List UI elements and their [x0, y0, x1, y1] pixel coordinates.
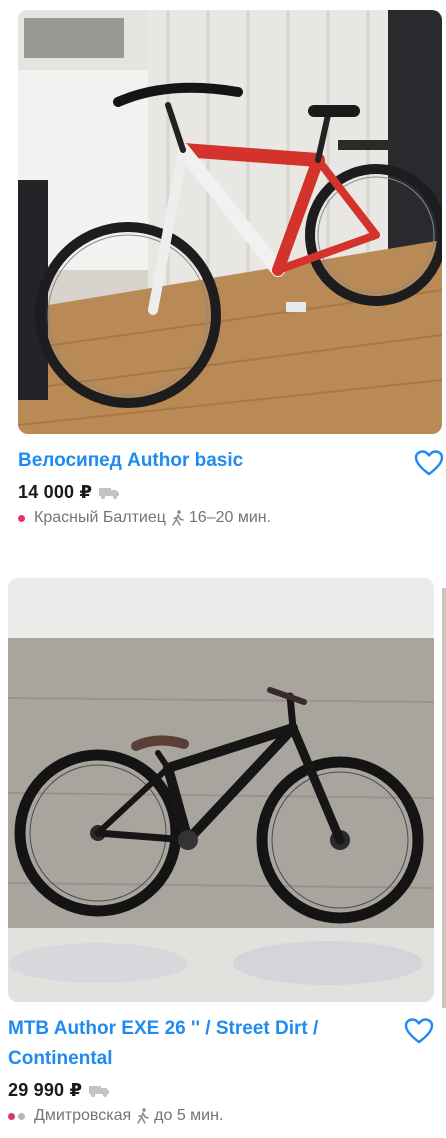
favorite-heart-icon[interactable] — [404, 1018, 434, 1044]
listing-price: 29 990 ₽ — [8, 1080, 83, 1100]
listing-photo[interactable] — [8, 578, 434, 1002]
listing-card[interactable]: MTB Author EXE 26 '' / Street Dirt / Con… — [8, 578, 446, 1125]
walking-person-icon — [137, 1108, 149, 1124]
metro-line-dots — [8, 1112, 28, 1120]
metro-line-dots — [18, 514, 28, 522]
listing-photo[interactable] — [18, 10, 442, 434]
listing-title[interactable]: Велосипед Author basic — [18, 446, 406, 476]
walk-time: 16–20 мин. — [188, 509, 272, 526]
listing-price: 14 000 ₽ — [18, 482, 93, 502]
walk-time: до 5 мин. — [154, 1107, 224, 1124]
bike-photo-black — [8, 578, 434, 1002]
bike-photo-red — [18, 10, 442, 434]
metro-station: Красный Балтиец — [34, 509, 166, 526]
metro-line-dot — [18, 1112, 25, 1120]
truck-icon — [99, 487, 120, 499]
walking-person-icon — [172, 510, 184, 526]
listing-card[interactable]: Велосипед Author basic 14 000 ₽ Красный … — [18, 10, 446, 527]
listing-feed: Велосипед Author basic 14 000 ₽ Красный … — [0, 0, 446, 1138]
truck-icon — [89, 1085, 110, 1097]
listing-location: Дмитровская до 5 мин. — [8, 1107, 446, 1125]
metro-line-dot — [8, 1112, 15, 1120]
metro-station: Дмитровская — [34, 1107, 132, 1124]
listing-location: Красный Балтиец 16–20 мин. — [18, 509, 446, 527]
favorite-heart-icon[interactable] — [414, 450, 444, 476]
next-card-edge — [442, 588, 446, 1008]
listing-title[interactable]: MTB Author EXE 26 '' / Street Dirt / Con… — [8, 1014, 406, 1074]
metro-line-dot — [18, 514, 25, 522]
